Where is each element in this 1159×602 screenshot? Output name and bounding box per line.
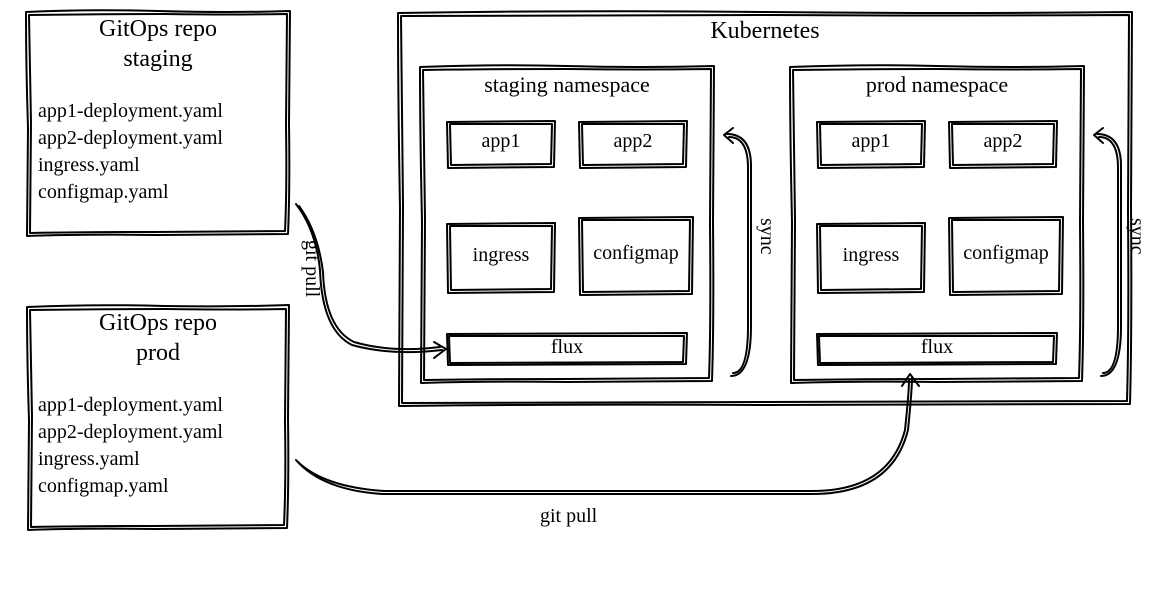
staging-app2-box: app2: [577, 118, 689, 170]
repo-prod-title-1: GitOps repo: [24, 310, 292, 337]
staging-configmap-label: configmap: [577, 242, 695, 265]
staging-configmap-box: configmap: [577, 214, 695, 298]
repo-staging-box: GitOps repo staging app1-deployment.yaml…: [24, 8, 292, 238]
git-pull-staging-label: git pull: [300, 240, 323, 297]
repo-prod-box: GitOps repo prod app1-deployment.yaml ap…: [24, 302, 292, 532]
prod-configmap-box: configmap: [947, 214, 1065, 298]
repo-prod-file: app1-deployment.yaml: [38, 392, 223, 419]
prod-ingress-box: ingress: [815, 220, 927, 296]
git-pull-prod-arrow-icon: [292, 370, 932, 540]
staging-app1-box: app1: [445, 118, 557, 170]
prod-app1-label: app1: [815, 130, 927, 153]
repo-staging-file: app2-deployment.yaml: [38, 125, 223, 152]
staging-sync-arrow-icon: [721, 126, 761, 386]
repo-staging-file: ingress.yaml: [38, 152, 223, 179]
prod-sync-label: sync: [1125, 218, 1148, 255]
staging-ingress-box: ingress: [445, 220, 557, 296]
repo-staging-files: app1-deployment.yaml app2-deployment.yam…: [38, 98, 223, 206]
repo-prod-file: app2-deployment.yaml: [38, 419, 223, 446]
prod-ingress-label: ingress: [815, 244, 927, 267]
repo-staging-title-1: GitOps repo: [24, 16, 292, 43]
staging-app2-label: app2: [577, 130, 689, 153]
staging-sync-label: sync: [755, 218, 778, 255]
prod-flux-label: flux: [815, 336, 1059, 359]
namespace-prod-title: prod namespace: [787, 72, 1087, 98]
prod-configmap-label: configmap: [947, 242, 1065, 265]
prod-flux-box: flux: [815, 330, 1059, 368]
prod-app1-box: app1: [815, 118, 927, 170]
staging-app1-label: app1: [445, 130, 557, 153]
repo-prod-files: app1-deployment.yaml app2-deployment.yam…: [38, 392, 223, 500]
namespace-prod-box: prod namespace app1 app2 ingress configm…: [787, 62, 1087, 386]
repo-prod-file: configmap.yaml: [38, 473, 223, 500]
repo-prod-title-2: prod: [24, 340, 292, 367]
repo-staging-file: app1-deployment.yaml: [38, 98, 223, 125]
kubernetes-title: Kubernetes: [395, 18, 1135, 45]
namespace-staging-box: staging namespace app1 app2 ingress conf…: [417, 62, 717, 386]
namespace-staging-title: staging namespace: [417, 72, 717, 98]
staging-flux-box: flux: [445, 330, 689, 368]
staging-flux-label: flux: [445, 336, 689, 359]
prod-app2-box: app2: [947, 118, 1059, 170]
git-pull-prod-label: git pull: [540, 505, 597, 528]
repo-staging-title-2: staging: [24, 46, 292, 73]
repo-staging-file: configmap.yaml: [38, 179, 223, 206]
staging-ingress-label: ingress: [445, 244, 557, 267]
kubernetes-box: Kubernetes staging namespace app1 app2 i…: [395, 8, 1135, 408]
diagram-canvas: GitOps repo staging app1-deployment.yaml…: [0, 0, 1159, 602]
repo-prod-file: ingress.yaml: [38, 446, 223, 473]
prod-sync-arrow-icon: [1091, 126, 1131, 386]
prod-app2-label: app2: [947, 130, 1059, 153]
